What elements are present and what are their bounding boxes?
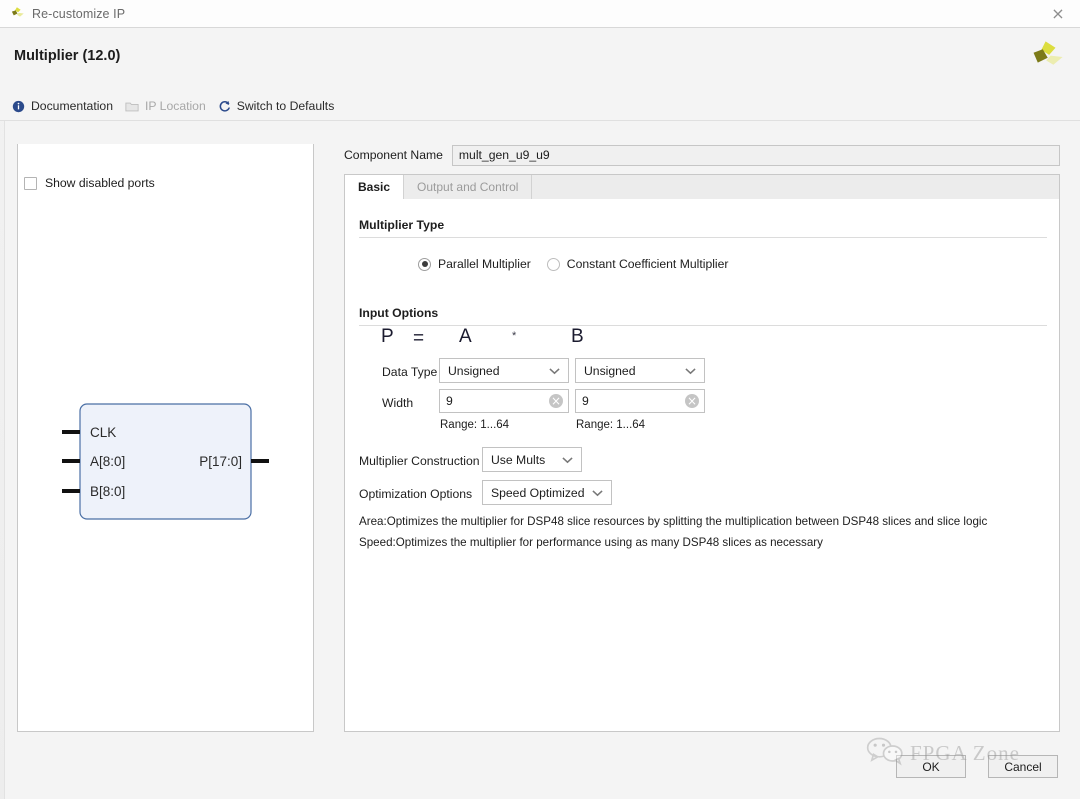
switch-to-defaults-button[interactable]: Switch to Defaults — [218, 99, 335, 113]
multiplier-construction-value: Use Mults — [491, 452, 546, 467]
multiplier-type-radio-group: Parallel Multiplier Constant Coefficient… — [418, 257, 744, 271]
data-type-label: Data Type — [382, 365, 438, 379]
multiplier-type-divider — [359, 237, 1047, 238]
formula-a: A — [459, 326, 472, 347]
documentation-button[interactable]: Documentation — [12, 99, 113, 113]
optimization-options-select[interactable]: Speed Optimized — [482, 480, 612, 505]
cancel-button-label: Cancel — [1004, 759, 1042, 774]
window-title: Re-customize IP — [32, 6, 126, 21]
tab-basic[interactable]: Basic — [345, 175, 405, 199]
formula-p: P — [381, 326, 394, 347]
right-panel-tabs: Basic Output and Control — [344, 174, 1060, 199]
chevron-down-icon — [562, 456, 573, 464]
data-type-a-value: Unsigned — [448, 363, 500, 378]
ok-button[interactable]: OK — [896, 755, 966, 778]
ip-symbol-diagram: CLK A[8:0] B[8:0] P[17:0] — [18, 144, 313, 735]
cancel-button[interactable]: Cancel — [988, 755, 1058, 778]
data-type-b-value: Unsigned — [584, 363, 636, 378]
ip-symbol-panel: Show disabled ports CLK A[8:0] B[8:0] P[… — [17, 144, 314, 732]
multiplier-type-section-title: Multiplier Type — [359, 218, 445, 232]
width-a-value: 9 — [446, 394, 453, 408]
clear-width-b-icon[interactable] — [685, 394, 699, 408]
chevron-down-icon — [592, 489, 603, 497]
dialog-header: Multiplier (12.0) — [0, 28, 1080, 92]
svg-text:B[8:0]: B[8:0] — [90, 484, 125, 499]
folder-icon — [125, 100, 139, 113]
component-name-label: Component Name — [344, 148, 443, 162]
width-a-range-hint: Range: 1...64 — [440, 419, 510, 431]
width-label: Width — [382, 396, 414, 410]
formula-row: P = A * B — [375, 326, 655, 356]
xilinx-logo-icon — [10, 6, 25, 21]
svg-text:A[8:0]: A[8:0] — [90, 454, 125, 469]
title-bar: Re-customize IP × — [0, 0, 1080, 28]
data-type-a-select[interactable]: Unsigned — [439, 358, 569, 383]
switch-to-defaults-label: Switch to Defaults — [236, 99, 335, 113]
width-b-input[interactable]: 9 — [575, 389, 705, 413]
re-customize-ip-dialog: Re-customize IP × Multiplier (12.0) Docu… — [0, 0, 1080, 799]
ip-location-button[interactable]: IP Location — [125, 99, 206, 113]
formula-star: * — [512, 330, 517, 342]
speed-description: Speed:Optimizes the multiplier for perfo… — [359, 536, 823, 549]
parallel-multiplier-label: Parallel Multiplier — [438, 257, 531, 271]
chevron-down-icon — [549, 367, 560, 375]
width-b-range-hint: Range: 1...64 — [576, 419, 646, 431]
ok-button-label: OK — [922, 759, 940, 774]
width-b-value: 9 — [582, 394, 589, 408]
parallel-multiplier-radio[interactable] — [418, 257, 431, 271]
optimization-options-value: Speed Optimized — [491, 485, 585, 500]
chevron-down-icon — [685, 367, 696, 375]
data-type-b-select[interactable]: Unsigned — [575, 358, 705, 383]
optimization-options-label: Optimization Options — [359, 487, 473, 501]
ip-location-label: IP Location — [144, 99, 206, 113]
multiplier-construction-label: Multiplier Construction — [359, 454, 480, 468]
component-name-input[interactable]: mult_gen_u9_u9 — [451, 144, 1060, 166]
refresh-icon — [218, 100, 231, 113]
svg-text:CLK: CLK — [90, 425, 116, 440]
input-options-section-title: Input Options — [359, 306, 439, 320]
ip-toolbar: Documentation IP Location Switch to Defa… — [0, 92, 1080, 121]
tab-output-and-control[interactable]: Output and Control — [404, 175, 533, 199]
multiplier-construction-select[interactable]: Use Mults — [482, 447, 582, 472]
info-icon — [12, 100, 25, 113]
xilinx-brand-logo-icon — [1030, 40, 1064, 79]
documentation-label: Documentation — [31, 99, 113, 113]
width-a-input[interactable]: 9 — [439, 389, 569, 413]
page-title: Multiplier (12.0) — [14, 48, 121, 64]
constant-coefficient-multiplier-label: Constant Coefficient Multiplier — [566, 257, 729, 271]
formula-equals: = — [413, 328, 425, 349]
constant-coefficient-multiplier-radio[interactable] — [546, 257, 560, 271]
basic-tab-panel: Multiplier Type Parallel Multiplier Cons… — [344, 199, 1060, 732]
svg-text:P[17:0]: P[17:0] — [199, 454, 242, 469]
tab-basic-label: Basic — [358, 180, 391, 194]
formula-b: B — [571, 326, 584, 347]
clear-width-a-icon[interactable] — [549, 394, 563, 408]
tab-output-and-control-label: Output and Control — [417, 180, 519, 194]
area-description: Area:Optimizes the multiplier for DSP48 … — [359, 515, 988, 528]
component-name-row: Component Name mult_gen_u9_u9 — [344, 144, 1060, 166]
window-edge-artifact — [0, 28, 5, 799]
close-icon[interactable]: × — [1036, 0, 1080, 27]
